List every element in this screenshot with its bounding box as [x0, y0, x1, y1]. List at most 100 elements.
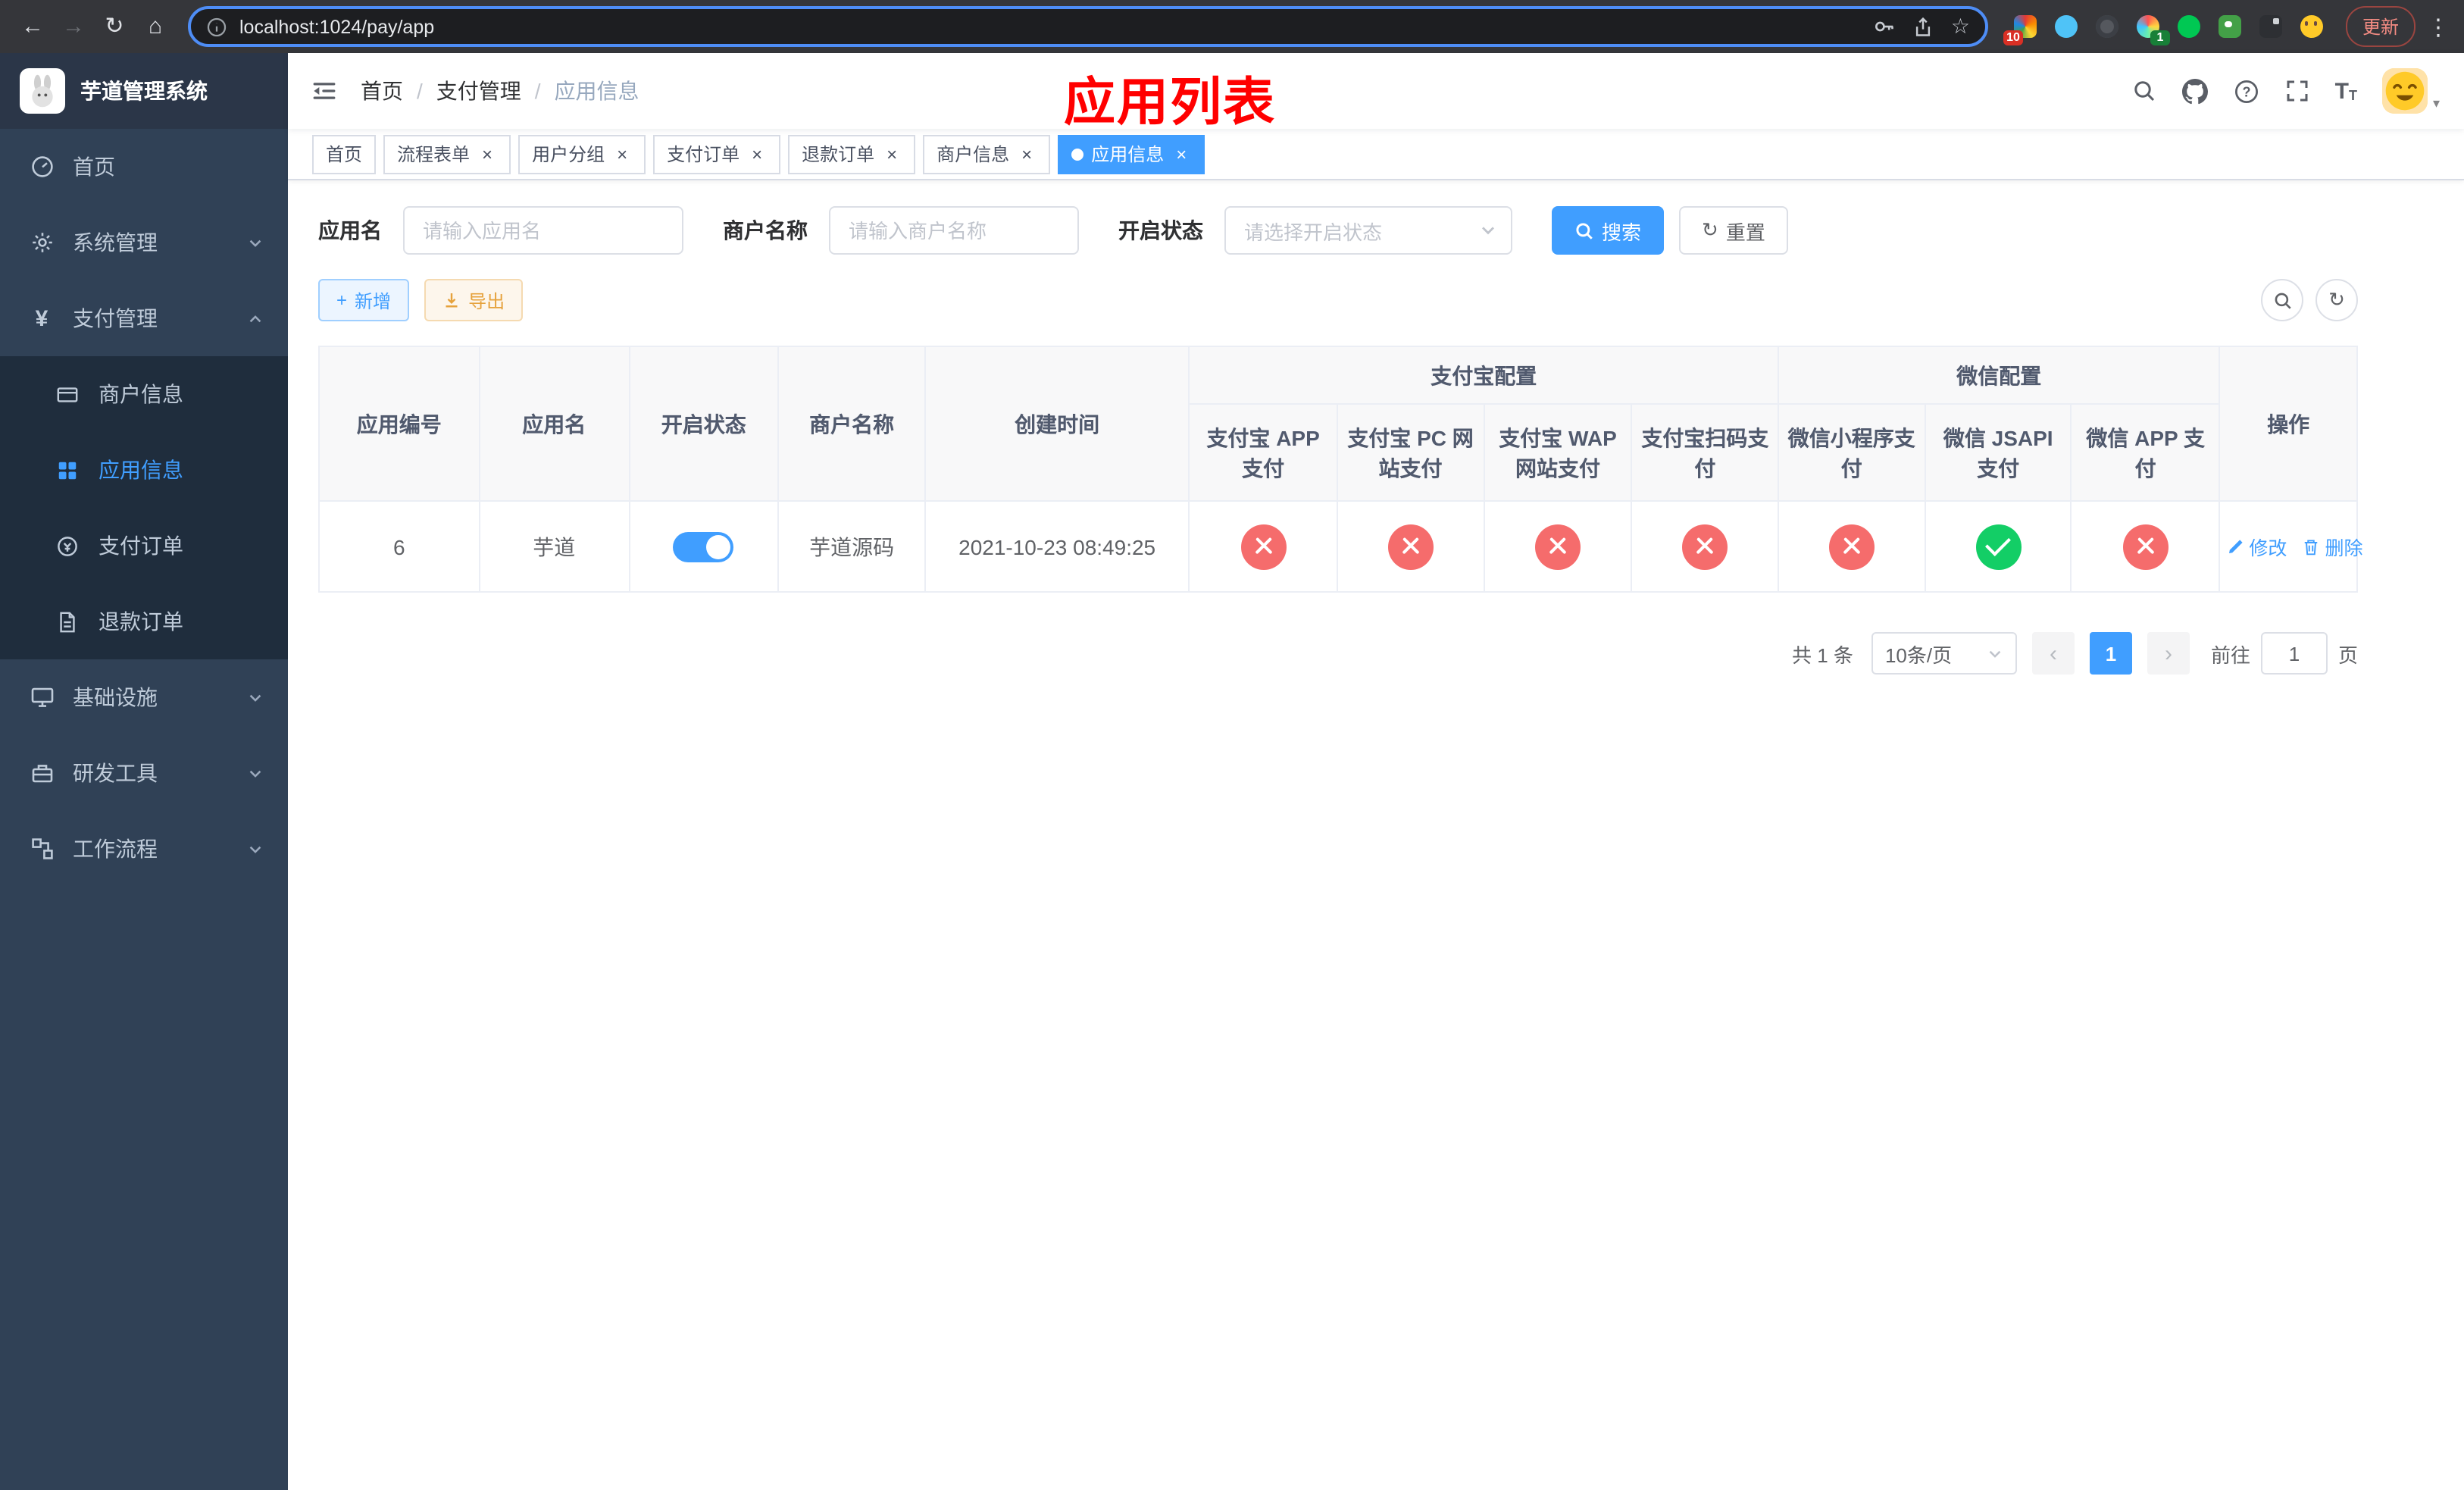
bookmark-star-icon[interactable]: ☆	[1951, 14, 1970, 39]
reset-button[interactable]: ↻ 重置	[1679, 206, 1788, 255]
status-select[interactable]: 请选择开启状态	[1224, 206, 1512, 255]
sidebar-item-merchant-info[interactable]: 商户信息	[0, 356, 288, 432]
tab-home[interactable]: 首页	[312, 134, 377, 174]
site-info-icon[interactable]	[206, 16, 227, 37]
sidebar-menu: 首页 系统管理 ¥ 支付管理 商户信息 应用信息 支付订单 退款订单 基础设施 …	[0, 129, 288, 887]
group-header-wechat: 微信配置	[1778, 346, 2221, 405]
page-size-select[interactable]: 10条/页	[1871, 632, 2017, 675]
close-icon[interactable]: ×	[1171, 144, 1191, 164]
page-size-value: 10条/页	[1884, 643, 1953, 666]
sidebar-item-home[interactable]: 首页	[0, 129, 288, 205]
refresh-table-button[interactable]: ↻	[2315, 279, 2358, 321]
sidebar-item-dev-tools[interactable]: 研发工具	[0, 735, 288, 811]
merchant-name-input[interactable]	[829, 206, 1079, 255]
browser-update-button[interactable]: 更新	[2345, 6, 2416, 47]
document-icon	[55, 610, 80, 633]
svg-text:?: ?	[2242, 83, 2250, 99]
toggle-search-button[interactable]	[2261, 279, 2303, 321]
tab-process-form[interactable]: 流程表单 ×	[383, 134, 511, 174]
app-name-input[interactable]	[403, 206, 683, 255]
row-actions: 修改 删除	[2226, 532, 2362, 561]
sidebar-logo[interactable]: 芋道管理系统	[0, 53, 288, 129]
col-header-alipay-pc: 支付宝 PC 网站支付	[1336, 403, 1485, 502]
sidebar-item-label: 研发工具	[73, 761, 158, 785]
user-avatar[interactable]	[2382, 68, 2428, 114]
delete-link[interactable]: 删除	[2302, 532, 2362, 561]
add-button[interactable]: + 新增	[318, 279, 410, 321]
browser-menu-icon[interactable]: ⋮	[2425, 13, 2452, 40]
toolbox-icon	[29, 761, 55, 785]
chevron-down-icon	[1482, 227, 1494, 235]
page-number-1[interactable]: 1	[2089, 632, 2132, 675]
cell-app-name: 芋道	[478, 500, 630, 593]
breadcrumb-home[interactable]: 首页	[361, 76, 403, 106]
next-page-button[interactable]: ›	[2147, 632, 2190, 675]
extension-icon[interactable]	[2258, 14, 2284, 39]
extension-icon[interactable]: 10	[2003, 14, 2038, 45]
font-size-icon[interactable]: TT	[2335, 80, 2357, 102]
button-label: 搜索	[1602, 221, 1642, 243]
alipay-wap-status-icon	[1534, 524, 1581, 569]
address-bar[interactable]: localhost:1024/pay/app ☆	[188, 6, 1988, 47]
search-icon[interactable]	[2132, 79, 2156, 103]
goto-page-input[interactable]	[2260, 632, 2328, 675]
tab-merchant-info[interactable]: 商户信息 ×	[923, 134, 1051, 174]
app-window: 芋道管理系统 首页 系统管理 ¥ 支付管理 商户信息 应用信息 支付订单 退款订…	[0, 53, 2464, 1490]
reload-icon: ↻	[105, 14, 124, 39]
extension-icon[interactable]: 1	[2135, 14, 2170, 45]
close-icon[interactable]: ×	[1017, 144, 1037, 164]
sidebar-item-workflow[interactable]: 工作流程	[0, 811, 288, 887]
gear-icon	[29, 230, 55, 255]
cell-status	[628, 500, 780, 593]
extension-icon[interactable]	[2299, 14, 2325, 39]
breadcrumb-payment[interactable]: 支付管理	[436, 76, 521, 106]
extension-glyph	[2218, 15, 2241, 38]
browser-reload-button[interactable]: ↻	[94, 6, 135, 47]
search-button[interactable]: 搜索	[1552, 206, 1665, 255]
extension-glyph	[2259, 15, 2282, 38]
tab-user-group[interactable]: 用户分组 ×	[518, 134, 646, 174]
password-key-icon[interactable]	[1874, 15, 1896, 38]
sidebar-item-system[interactable]: 系统管理	[0, 205, 288, 280]
sidebar-item-payment[interactable]: ¥ 支付管理	[0, 280, 288, 356]
browser-forward-button[interactable]: →	[53, 6, 94, 47]
close-icon[interactable]: ×	[477, 144, 497, 164]
help-icon[interactable]: ?	[2234, 78, 2259, 104]
status-toggle[interactable]	[673, 531, 734, 562]
tab-pay-orders[interactable]: 支付订单 ×	[653, 134, 781, 174]
fullscreen-icon[interactable]	[2285, 79, 2309, 103]
search-icon	[2274, 292, 2290, 308]
sidebar-item-refund-orders[interactable]: 退款订单	[0, 584, 288, 659]
sidebar-item-pay-orders[interactable]: 支付订单	[0, 508, 288, 584]
url-text[interactable]: localhost:1024/pay/app	[239, 16, 1862, 37]
edit-link[interactable]: 修改	[2226, 532, 2287, 561]
user-menu[interactable]: ▾	[2382, 68, 2440, 114]
sidebar-item-app-info[interactable]: 应用信息	[0, 432, 288, 508]
browser-back-button[interactable]: ←	[12, 6, 53, 47]
button-label: 新增	[355, 290, 392, 311]
tab-refund-orders[interactable]: 退款订单 ×	[788, 134, 916, 174]
export-button[interactable]: 导出	[424, 279, 524, 321]
close-icon[interactable]: ×	[612, 144, 632, 164]
prev-page-button[interactable]: ‹	[2031, 632, 2075, 675]
extension-icon[interactable]	[2217, 14, 2243, 39]
extension-icon[interactable]	[2094, 14, 2120, 39]
breadcrumb: 首页 / 支付管理 / 应用信息	[361, 76, 639, 106]
browser-home-button[interactable]: ⌂	[135, 6, 176, 47]
share-icon[interactable]	[1913, 16, 1934, 37]
extension-icon[interactable]	[2053, 14, 2079, 39]
extension-icon[interactable]	[2176, 14, 2202, 39]
github-icon[interactable]	[2181, 78, 2208, 104]
sidebar-toggle-hamburger-icon[interactable]	[288, 77, 361, 105]
sidebar-item-label: 商户信息	[98, 382, 183, 406]
sidebar-item-infrastructure[interactable]: 基础设施	[0, 659, 288, 735]
tab-app-info[interactable]: 应用信息 ×	[1058, 134, 1205, 174]
wechat-app-status-icon	[2122, 524, 2169, 569]
close-icon[interactable]: ×	[882, 144, 902, 164]
col-header-status: 开启状态	[628, 346, 780, 502]
extension-glyph	[2095, 15, 2118, 38]
sidebar: 芋道管理系统 首页 系统管理 ¥ 支付管理 商户信息 应用信息 支付订单 退款订…	[0, 53, 288, 1490]
close-icon[interactable]: ×	[747, 144, 767, 164]
logo-rabbit-icon	[20, 68, 65, 114]
payment-submenu: 商户信息 应用信息 支付订单 退款订单	[0, 356, 288, 659]
